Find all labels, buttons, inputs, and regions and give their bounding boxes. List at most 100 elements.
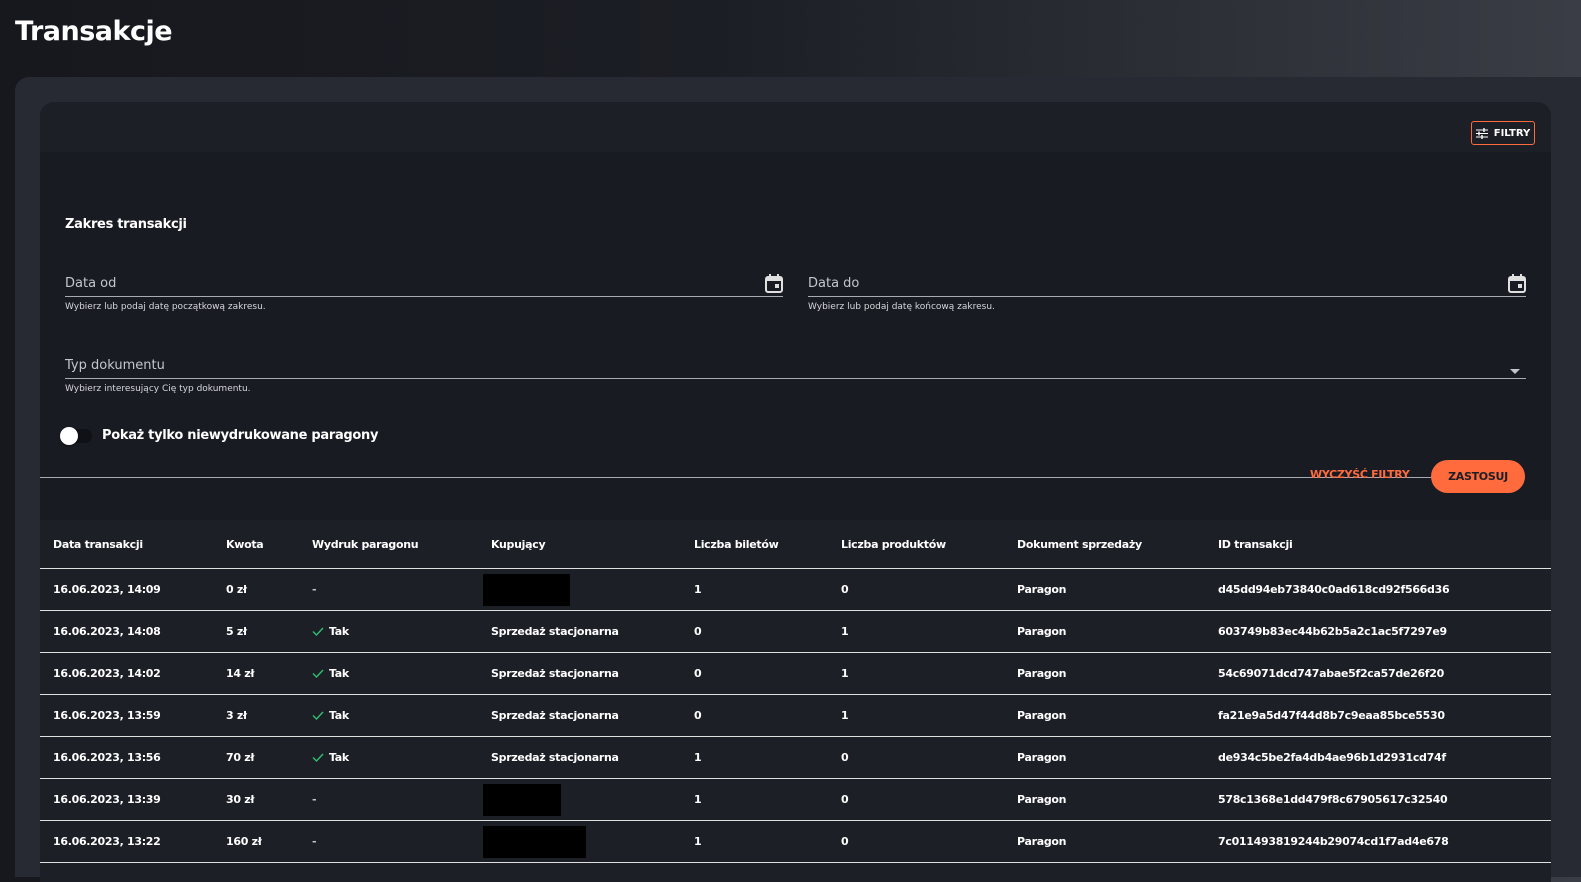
table-row[interactable]: 16.06.2023, 14:09 0 zł - 1 0 Paragon d45dd94eb… xyxy=(40,568,1551,611)
sales-document: Paragon xyxy=(1017,736,1218,779)
amount: 30 zł xyxy=(226,778,312,821)
transaction-id: 54c69071dcd747abae5f2ca57de26f20 xyxy=(1218,652,1551,695)
amount: 160 zł xyxy=(226,820,312,863)
sales-document: Paragon xyxy=(1017,568,1218,611)
transaction-date: 16.06.2023, 13:56 xyxy=(40,736,226,779)
sales-document: Paragon xyxy=(1017,778,1218,821)
table-row[interactable]: 16.06.2023, 13:39 30 zł - 1 0 Paragon 578c1368… xyxy=(40,778,1551,821)
printed-label: Tak xyxy=(329,750,349,764)
column-header[interactable]: Liczba biletów xyxy=(694,520,841,569)
date-from-field: Data od Wybierz lub podaj datę początkow… xyxy=(65,264,783,312)
column-header[interactable]: ID transakcji xyxy=(1218,520,1551,569)
product-count: 1 xyxy=(841,652,1017,695)
amount: 3 zł xyxy=(226,694,312,737)
product-count: 1 xyxy=(841,610,1017,653)
amount: 5 zł xyxy=(226,610,312,653)
table-row[interactable]: 16.06.2023, 14:08 5 zł Tak Sprzedaż stacjon… xyxy=(40,610,1551,653)
amount: 70 zł xyxy=(226,736,312,779)
date-from-input[interactable]: Data od xyxy=(65,264,783,297)
unprinted-toggle-row: Pokaż tylko niewydrukowane paragony xyxy=(60,426,378,445)
buyer: Sprzedaż stacjonarna xyxy=(491,625,619,638)
buyer: Sprzedaż stacjonarna xyxy=(491,709,619,722)
filters-toggle-label: FILTRY xyxy=(1493,127,1531,139)
table-header-row: Data transakcji Kwota Wydruk paragonu Ku… xyxy=(40,520,1551,569)
transaction-date: 16.06.2023, 13:22 xyxy=(40,820,226,863)
product-count: 0 xyxy=(841,736,1017,779)
transaction-id: de934c5be2fa4db4ae96b1d2931cd74f xyxy=(1218,736,1551,779)
transaction-date: 16.06.2023, 14:02 xyxy=(40,652,226,695)
transactions-card: FILTRY Zakres transakcji Data od Wybierz… xyxy=(40,102,1551,882)
transactions-table: Data transakcji Kwota Wydruk paragonu Ku… xyxy=(40,520,1551,863)
printed-label: Tak xyxy=(329,708,349,722)
date-to-field: Data do Wybierz lub podaj datę końcową z… xyxy=(808,264,1526,312)
ticket-count: 1 xyxy=(694,778,841,821)
product-count: 0 xyxy=(841,778,1017,821)
redacted-buyer xyxy=(483,825,586,858)
apply-button[interactable]: ZASTOSUJ xyxy=(1431,460,1525,493)
unprinted-toggle[interactable] xyxy=(60,426,92,445)
ticket-count: 0 xyxy=(694,610,841,653)
printed-label: Tak xyxy=(329,624,349,638)
product-count: 0 xyxy=(841,568,1017,611)
column-header[interactable]: Kwota xyxy=(226,520,312,569)
checkmark-icon xyxy=(312,627,324,636)
transaction-id: d45dd94eb73840c0ad618cd92f566d36 xyxy=(1218,568,1551,611)
printed-status: Tak xyxy=(312,625,349,638)
column-header[interactable]: Liczba produktów xyxy=(841,520,1017,569)
transaction-id: 603749b83ec44b62b5a2c1ac5f7297e9 xyxy=(1218,610,1551,653)
product-count: 0 xyxy=(841,820,1017,863)
amount: 14 zł xyxy=(226,652,312,695)
transaction-date: 16.06.2023, 13:39 xyxy=(40,778,226,821)
ticket-count: 0 xyxy=(694,694,841,737)
calendar-icon[interactable] xyxy=(765,274,783,298)
unprinted-toggle-label[interactable]: Pokaż tylko niewydrukowane paragony xyxy=(102,428,378,443)
toggle-knob xyxy=(60,426,78,445)
date-to-label: Data do xyxy=(808,276,860,291)
transaction-date: 16.06.2023, 14:09 xyxy=(40,568,226,611)
sales-document: Paragon xyxy=(1017,652,1218,695)
page-title: Transakcje xyxy=(15,16,173,47)
ticket-count: 1 xyxy=(694,568,841,611)
table-row[interactable]: 16.06.2023, 13:22 160 zł - 1 0 Paragon 7c01149… xyxy=(40,820,1551,863)
transaction-date: 16.06.2023, 13:59 xyxy=(40,694,226,737)
checkmark-icon xyxy=(312,753,324,762)
sliders-icon xyxy=(1475,127,1488,139)
ticket-count: 1 xyxy=(694,820,841,863)
ticket-count: 0 xyxy=(694,652,841,695)
buyer: Sprzedaż stacjonarna xyxy=(491,751,619,764)
column-header[interactable]: Kupujący xyxy=(491,520,694,569)
transaction-id: 578c1368e1dd479f8c67905617c32540 xyxy=(1218,778,1551,821)
document-type-field: Typ dokumentu Wybierz interesujący Cię t… xyxy=(65,346,1526,394)
buyer: Sprzedaż stacjonarna xyxy=(491,667,619,680)
column-header[interactable]: Wydruk paragonu xyxy=(312,520,491,569)
printed-status: Tak xyxy=(312,751,349,764)
caret-down-icon xyxy=(1510,361,1520,379)
section-label: Zakres transakcji xyxy=(65,217,187,232)
filters-toggle-button[interactable]: FILTRY xyxy=(1471,121,1535,145)
column-header[interactable]: Data transakcji xyxy=(40,520,226,569)
column-header[interactable]: Dokument sprzedaży xyxy=(1017,520,1218,569)
table-row[interactable]: 16.06.2023, 13:59 3 zł Tak Sprzedaż stacjon… xyxy=(40,694,1551,737)
document-type-select[interactable]: Typ dokumentu xyxy=(65,346,1526,379)
checkmark-icon xyxy=(312,669,324,678)
filters-panel: Zakres transakcji Data od Wybierz lub po… xyxy=(40,152,1551,520)
redacted-buyer xyxy=(483,783,561,816)
table-row[interactable]: 16.06.2023, 14:02 14 zł Tak Sprzedaż stacjo… xyxy=(40,652,1551,695)
sales-document: Paragon xyxy=(1017,694,1218,737)
date-to-input[interactable]: Data do xyxy=(808,264,1526,297)
transaction-id: fa21e9a5d47f44d8b7c9eaa85bce5530 xyxy=(1218,694,1551,737)
ticket-count: 1 xyxy=(694,736,841,779)
redacted-buyer xyxy=(483,573,570,606)
table-row[interactable]: 16.06.2023, 13:56 70 zł Tak Sprzedaż stacjo… xyxy=(40,736,1551,779)
printed-status: Tak xyxy=(312,709,349,722)
card-header: FILTRY xyxy=(40,102,1551,152)
printed-label: Tak xyxy=(329,666,349,680)
product-count: 1 xyxy=(841,694,1017,737)
date-from-hint: Wybierz lub podaj datę początkową zakres… xyxy=(65,302,266,312)
calendar-icon[interactable] xyxy=(1508,274,1526,298)
printed-status: - xyxy=(312,793,317,806)
clear-filters-button[interactable]: WYCZYŚĆ FILTRY xyxy=(1310,468,1410,481)
divider xyxy=(40,477,1525,478)
amount: 0 zł xyxy=(226,568,312,611)
checkmark-icon xyxy=(312,711,324,720)
